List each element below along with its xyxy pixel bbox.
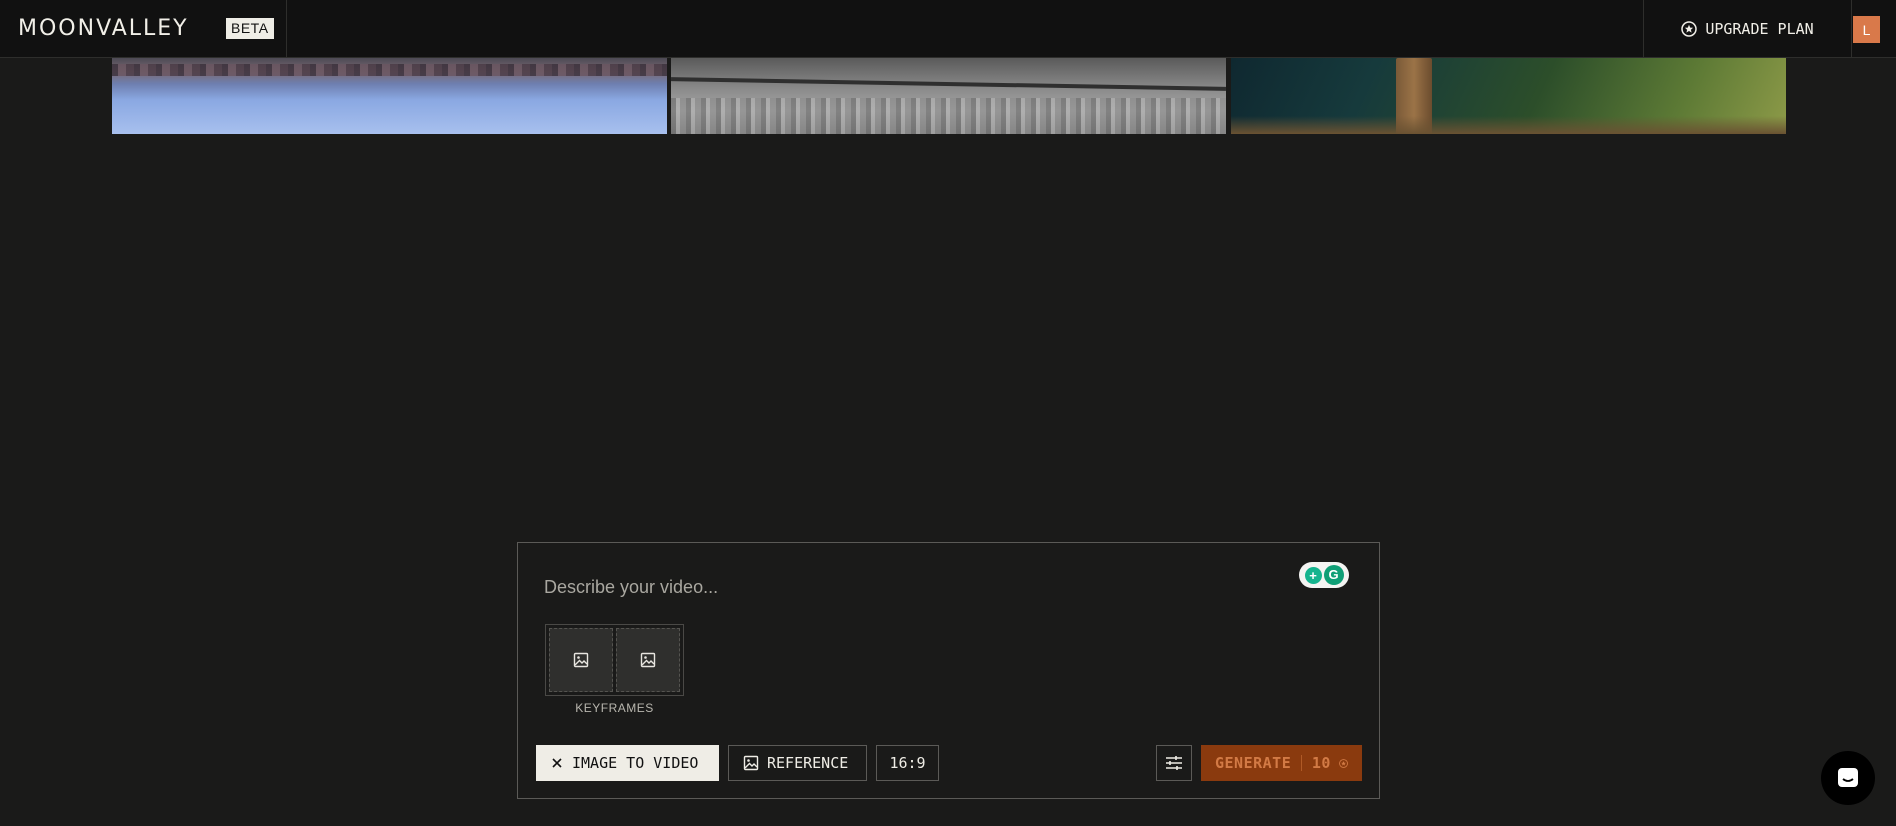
start-keyframe-slot[interactable] xyxy=(549,628,613,692)
upgrade-plan-label: UPGRADE PLAN xyxy=(1705,20,1814,38)
grammarly-icon: G xyxy=(1323,565,1344,585)
end-keyframe-slot[interactable] xyxy=(616,628,680,692)
chat-icon xyxy=(1838,768,1858,787)
logo-area[interactable]: MOONVALLEY BETA xyxy=(0,0,287,58)
mountain-hiker-thumbnail[interactable] xyxy=(1231,58,1786,134)
image-to-video-mode-button[interactable]: IMAGE TO VIDEO xyxy=(536,745,719,781)
mode-label: IMAGE TO VIDEO xyxy=(572,754,699,772)
sliders-icon xyxy=(1166,756,1182,770)
beta-badge: BETA xyxy=(226,18,274,39)
generate-cost: 10 xyxy=(1311,754,1331,772)
prompt-composer: + G KEYFRAMES IMAGE TO VIDEO xyxy=(517,542,1380,799)
keyframes-group xyxy=(545,624,684,696)
upgrade-plan-button[interactable]: UPGRADE PLAN xyxy=(1643,0,1851,58)
chat-support-button[interactable] xyxy=(1821,751,1875,805)
star-circle-icon xyxy=(1339,758,1348,768)
reference-label: REFERENCE xyxy=(767,754,849,772)
settings-button[interactable] xyxy=(1156,745,1192,781)
star-circle-icon xyxy=(1681,21,1698,37)
aspect-ratio-button[interactable]: 16:9 xyxy=(876,745,939,781)
snowy-lake-thumbnail[interactable] xyxy=(112,58,667,134)
grammar-assistant-badge[interactable]: + G xyxy=(1299,562,1349,588)
avatar[interactable]: L xyxy=(1853,16,1880,43)
app-logo[interactable]: MOONVALLEY xyxy=(18,16,189,41)
generate-button[interactable]: GENERATE 10 xyxy=(1201,745,1362,781)
image-icon xyxy=(743,755,759,771)
aspect-ratio-label: 16:9 xyxy=(889,754,926,772)
rocky-surface-thumbnail[interactable] xyxy=(671,58,1226,134)
image-icon xyxy=(573,652,589,668)
generate-label: GENERATE xyxy=(1215,754,1292,772)
close-icon xyxy=(552,758,562,768)
plus-icon: + xyxy=(1304,566,1322,584)
prompt-input[interactable] xyxy=(544,573,1284,601)
keyframes-label: KEYFRAMES xyxy=(575,701,654,715)
image-icon xyxy=(640,652,656,668)
hiker-figure xyxy=(1396,58,1432,134)
generate-divider xyxy=(1301,755,1302,771)
reference-button[interactable]: REFERENCE xyxy=(728,745,867,781)
top-bar: MOONVALLEY BETA UPGRADE PLAN L xyxy=(0,0,1896,58)
